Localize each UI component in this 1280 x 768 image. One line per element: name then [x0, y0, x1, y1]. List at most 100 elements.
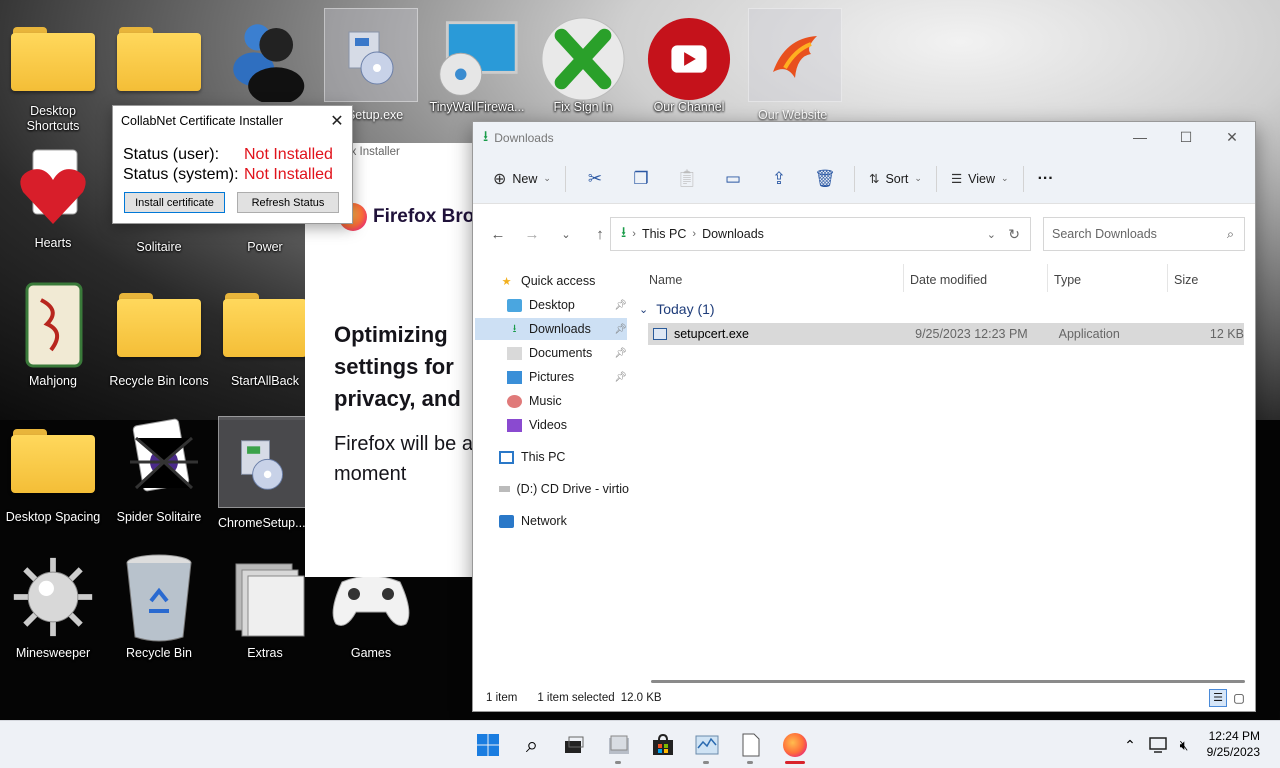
nav-label: Pictures [529, 370, 575, 384]
nav-quick-access[interactable]: ★ Quick access [499, 270, 596, 292]
network-status-icon[interactable] [1144, 731, 1172, 759]
forward-arrow-icon[interactable]: → [515, 219, 549, 249]
videos-icon [507, 418, 522, 432]
file-row-setupcert[interactable]: setupcert.exe 9/25/2023 12:23 PM Applica… [648, 323, 1244, 345]
task-view-icon[interactable] [560, 731, 588, 759]
mahjong-tile-icon [10, 282, 96, 368]
icon-label: Extras [247, 646, 283, 660]
nav-network[interactable]: Network [499, 510, 567, 532]
application-icon [653, 328, 667, 340]
desktop-shortcuts-folder[interactable]: Desktop Shortcuts [0, 10, 106, 140]
more-options-button[interactable]: ··· [1030, 162, 1062, 196]
close-icon[interactable]: ✕ [1209, 122, 1255, 152]
plus-circle-icon: ⊕ [493, 170, 507, 188]
share-icon[interactable]: ⇪ [756, 162, 802, 196]
nav-desktop[interactable]: Desktop 📌︎ [507, 294, 627, 316]
paste-icon[interactable]: 📋︎ [664, 162, 710, 196]
address-bar[interactable]: ⭳ › This PC › Downloads ⌄ ↻ [610, 217, 1031, 251]
nav-pictures[interactable]: Pictures 📌︎ [507, 366, 627, 388]
our-website-label: Our Website [758, 108, 828, 122]
firefox-taskbar-icon[interactable] [781, 731, 809, 759]
column-name[interactable]: Name [649, 273, 682, 287]
notepad-icon[interactable] [737, 731, 765, 759]
desktop-spacing-folder[interactable]: Desktop Spacing [0, 412, 106, 542]
setup-exe-icon[interactable] [324, 8, 418, 102]
breadcrumb-downloads[interactable]: Downloads [702, 227, 764, 241]
maximize-icon[interactable]: ☐ [1163, 122, 1209, 152]
pin-icon: 📌︎ [614, 347, 627, 359]
nav-music[interactable]: Music [507, 390, 562, 412]
column-date-modified[interactable]: Date modified [910, 273, 987, 287]
group-header-today[interactable]: ⌄ Today (1) [639, 301, 715, 317]
explorer-titlebar: ⭳ Downloads — ☐ ✕ [473, 122, 1255, 154]
cd-drive-icon [499, 486, 510, 492]
nav-label: Network [521, 514, 567, 528]
back-arrow-icon[interactable]: ← [481, 219, 515, 249]
chevron-up-icon[interactable]: ⌃ [1116, 731, 1144, 759]
icon-label: Fix Sign In [553, 100, 613, 114]
refresh-icon[interactable]: ↻ [1008, 226, 1020, 243]
nav-videos[interactable]: Videos [507, 414, 567, 436]
search-input[interactable]: Search Downloads ⌕ [1043, 217, 1245, 251]
nav-cd-drive[interactable]: (D:) CD Drive - virtio [499, 478, 629, 500]
minesweeper-icon[interactable]: Minesweeper [0, 548, 106, 678]
breadcrumb-this-pc[interactable]: This PC [642, 227, 686, 241]
chevron-down-icon: ⌄ [543, 173, 551, 183]
icon-label: Our Channel [653, 100, 725, 114]
store-icon[interactable] [649, 731, 677, 759]
address-dropdown-icon[interactable]: ⌄ [987, 228, 996, 241]
task-manager-icon[interactable] [693, 731, 721, 759]
icon-label: Desktop Spacing [5, 510, 101, 524]
volume-muted-icon[interactable]: 🔇︎ [1170, 731, 1198, 759]
recycle-bin-icon[interactable]: Recycle Bin [106, 548, 212, 678]
spider-solitaire-icon[interactable]: Spider Solitaire [106, 412, 212, 542]
column-type[interactable]: Type [1054, 273, 1081, 287]
sort-icon: ⇅ [868, 172, 880, 186]
delete-icon[interactable]: 🗑︎ [802, 162, 848, 196]
folder-icon [222, 282, 308, 368]
new-button[interactable]: ⊕ New ⌄ [485, 162, 559, 196]
cut-icon[interactable]: ✂ [572, 162, 618, 196]
recycle-bin-icons-folder[interactable]: Recycle Bin Icons [106, 276, 212, 406]
pictures-icon [507, 370, 522, 384]
startallback-folder[interactable]: StartAllBack [212, 276, 318, 406]
nav-downloads[interactable]: ⭳ Downloads 📌︎ [475, 318, 627, 340]
taskbar: ⌕ ⌃ 🔇︎ 12:24 PM 9/25/2023 [0, 720, 1280, 768]
chevron-down-icon: ⌄ [1001, 173, 1009, 183]
start-windows-icon[interactable] [474, 731, 502, 759]
recent-chevron-icon[interactable]: ⌄ [549, 219, 583, 249]
view-button[interactable]: ☰ View ⌄ [943, 162, 1017, 196]
our-website-icon[interactable] [748, 8, 842, 102]
mahjong-icon[interactable]: Mahjong [0, 276, 106, 406]
column-size[interactable]: Size [1174, 273, 1198, 287]
horizontal-scrollbar[interactable] [651, 680, 1245, 683]
taskbar-clock[interactable]: 12:24 PM 9/25/2023 [1207, 728, 1260, 760]
nav-label: Quick access [521, 274, 596, 288]
chevron-down-icon: ⌄ [639, 303, 649, 316]
nav-this-pc[interactable]: This PC [499, 446, 565, 468]
download-arrow-icon: ⭳ [512, 322, 517, 335]
chromesetup-label: ChromeSetup... [218, 516, 306, 530]
icon-label: Hearts [34, 236, 72, 250]
details-view-icon[interactable]: ☰ [1209, 689, 1227, 707]
rename-icon[interactable]: ▭ [710, 162, 756, 196]
close-icon[interactable]: ✕ [322, 106, 352, 135]
hearts-icon[interactable]: Hearts [0, 140, 106, 270]
file-explorer-taskbar-icon[interactable] [605, 731, 633, 759]
command-bar: ⊕ New ⌄ ✂ ❐ 📋︎ ▭ ⇪ 🗑︎ ⇅ Sort ⌄ ☰ View ⌄ … [473, 154, 1255, 204]
install-certificate-button[interactable]: Install certificate [124, 192, 225, 213]
copy-icon[interactable]: ❐ [618, 162, 664, 196]
cert-installer-window[interactable]: CollabNet Certificate Installer ✕ Status… [112, 105, 353, 224]
explorer-title: Downloads [494, 131, 554, 145]
extras-icon[interactable]: Extras [212, 548, 318, 678]
nav-label: Music [529, 394, 562, 408]
folder-icon [116, 16, 202, 102]
sort-button[interactable]: ⇅ Sort ⌄ [861, 162, 930, 196]
nav-documents[interactable]: Documents 📌︎ [507, 342, 627, 364]
chromesetup-icon[interactable] [218, 416, 306, 508]
tiles-view-icon[interactable]: ▢ [1231, 690, 1247, 706]
refresh-status-button[interactable]: Refresh Status [237, 192, 339, 213]
file-explorer-window[interactable]: ⭳ Downloads — ☐ ✕ ⊕ New ⌄ ✂ ❐ 📋︎ ▭ ⇪ 🗑︎ … [472, 121, 1256, 712]
search-icon[interactable]: ⌕ [518, 731, 546, 759]
minimize-icon[interactable]: — [1117, 122, 1163, 152]
